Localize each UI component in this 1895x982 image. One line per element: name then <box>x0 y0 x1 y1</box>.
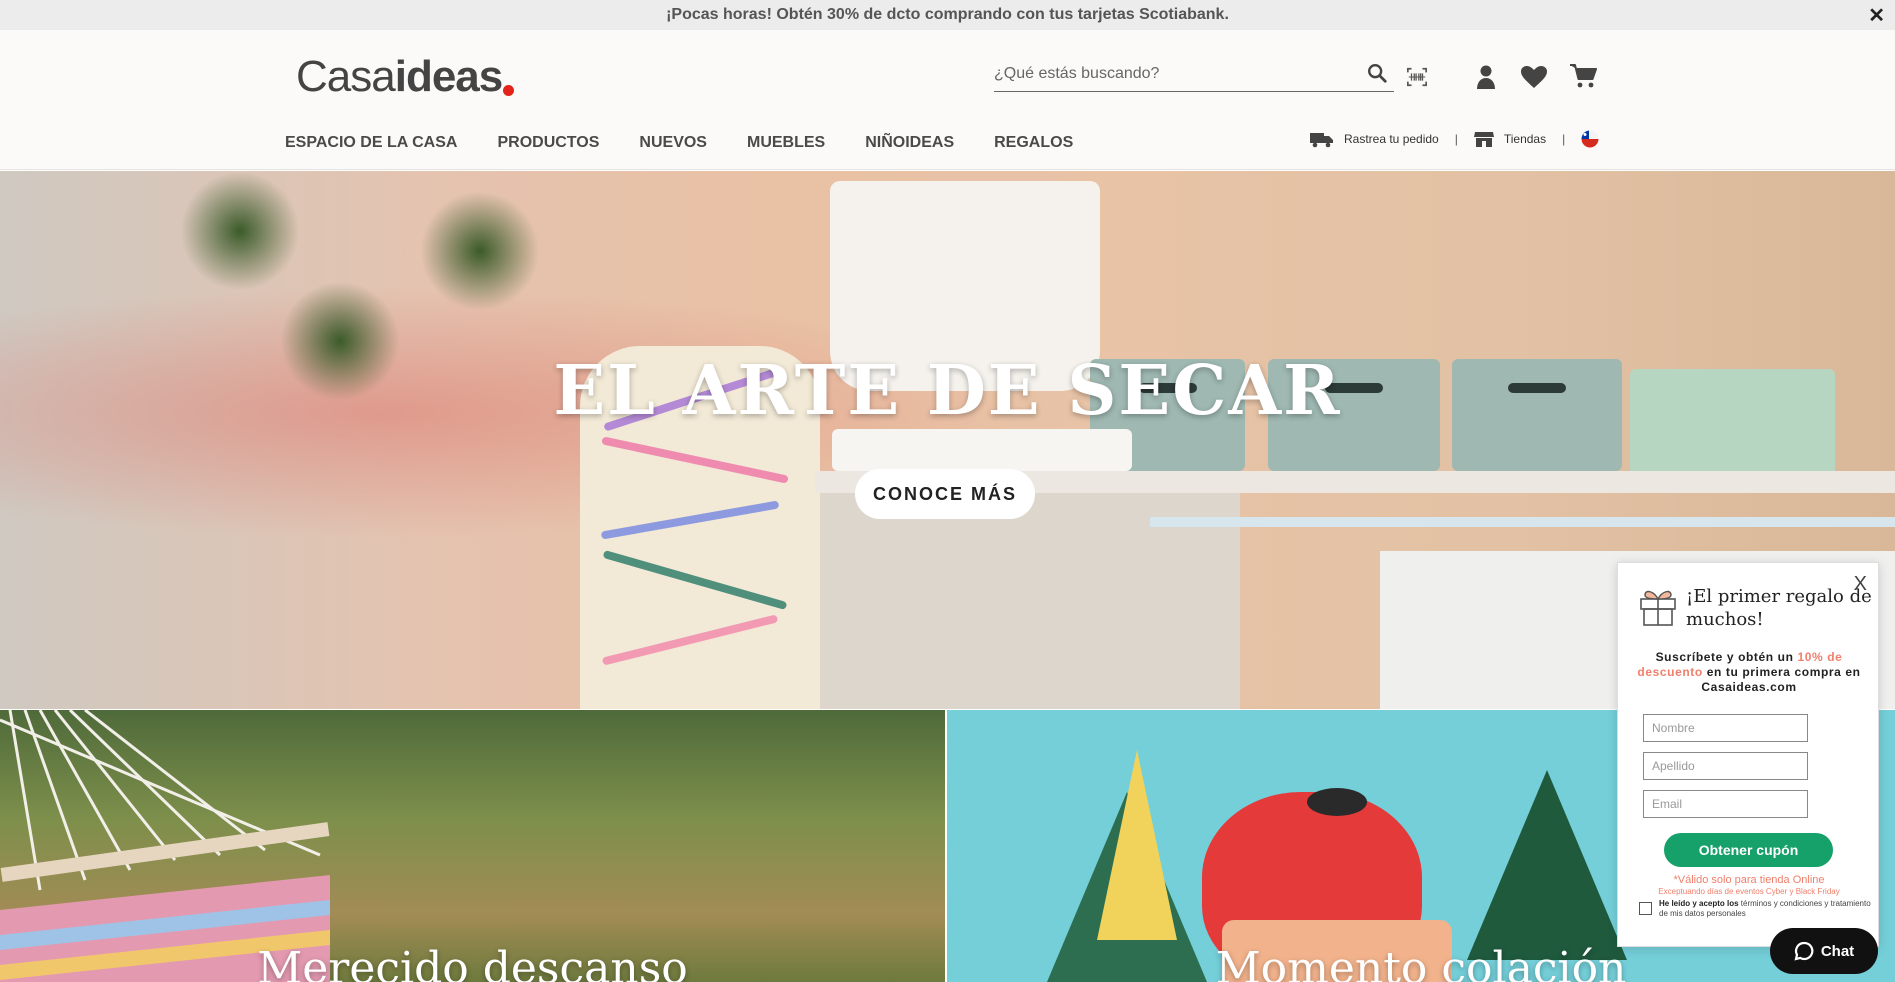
logo-text-ideas: ideas <box>394 52 504 101</box>
promo-bar: ¡Pocas horas! Obtén 30% de dcto comprand… <box>0 0 1895 30</box>
paper-pear-decoration <box>1097 750 1177 940</box>
main-nav: ESPACIO DE LA CASA PRODUCTOS NUEVOS MUEB… <box>285 134 1113 152</box>
popup-note-online: *Válido solo para tienda Online <box>1673 874 1825 886</box>
tile-title-descanso: Merecido descanso <box>257 943 688 982</box>
gift-icon <box>1640 590 1676 626</box>
util-separator-2: | <box>1562 132 1566 146</box>
chat-label: Chat <box>1820 942 1855 960</box>
site-header: Casaideas ESPACIO DE LA CASA PRODUCTOS N… <box>0 30 1895 170</box>
popup-title: ¡El primer regalo de muchos! <box>1686 586 1872 630</box>
promo-close-button[interactable]: ✕ <box>1868 3 1885 28</box>
terms-text: He leído y acepto los términos y condici… <box>1659 899 1871 919</box>
chat-button[interactable]: Chat <box>1770 928 1878 974</box>
promo-text: ¡Pocas horas! Obtén 30% de dcto comprand… <box>666 6 1229 23</box>
email-field[interactable] <box>1643 790 1808 818</box>
plant-decoration <box>420 191 540 311</box>
search-bar <box>994 58 1394 92</box>
popup-desc-suffix: en tu primera compra en Casaideas.com <box>1701 665 1861 694</box>
chile-flag-icon[interactable] <box>1581 130 1599 148</box>
nav-item-ninoideas[interactable]: NIÑOIDEAS <box>865 134 954 152</box>
get-coupon-button[interactable]: Obtener cupón <box>1664 833 1833 867</box>
nav-item-regalos[interactable]: REGALOS <box>994 134 1073 152</box>
logo-dot <box>503 85 515 96</box>
hero-banner[interactable]: EL ARTE DE SECAR CONOCE MÁS <box>0 171 1895 709</box>
casaideas-logo[interactable]: Casa ideas <box>296 52 515 102</box>
apple-stem-decoration <box>1307 788 1367 816</box>
popup-description: Suscríbete y obtén un 10% de descuento e… <box>1626 650 1872 695</box>
towel-image <box>832 429 1132 471</box>
popup-desc-prefix: Suscríbete y obtén un <box>1655 650 1798 664</box>
nav-item-nuevos[interactable]: NUEVOS <box>639 134 707 152</box>
lastname-field[interactable] <box>1643 752 1808 780</box>
terms-checkbox[interactable] <box>1639 902 1652 915</box>
terms-prefix: He leído y acepto los <box>1659 899 1739 908</box>
tile-title-colacion: Momento colación <box>1215 943 1627 982</box>
chat-bubble-icon <box>1794 941 1814 961</box>
cart-icon[interactable] <box>1569 63 1597 89</box>
paper-fan-decoration <box>1467 770 1627 960</box>
user-icon[interactable] <box>1474 64 1498 90</box>
utility-links: Rastrea tu pedido | Tiendas | <box>1310 130 1609 148</box>
stores-link[interactable]: Tiendas <box>1504 132 1546 146</box>
drying-rack-image <box>1150 517 1895 527</box>
heart-icon[interactable] <box>1520 65 1548 89</box>
nav-item-productos[interactable]: PRODUCTOS <box>497 134 599 152</box>
hero-cta-button[interactable]: CONOCE MÁS <box>855 469 1035 519</box>
nav-item-muebles[interactable]: MUEBLES <box>747 134 825 152</box>
util-separator-1: | <box>1454 132 1458 146</box>
search-input[interactable] <box>994 58 1364 90</box>
barcode-scan-icon[interactable] <box>1406 66 1428 88</box>
logo-text-casa: Casa <box>296 52 396 101</box>
nav-item-espacio-de-la-casa[interactable]: ESPACIO DE LA CASA <box>285 134 457 152</box>
popup-note-exceptions: Exceptuando días de eventos Cyber y Blac… <box>1658 887 1840 896</box>
category-tile-descanso[interactable]: Merecido descanso <box>0 710 945 982</box>
name-field[interactable] <box>1643 714 1808 742</box>
truck-icon <box>1310 132 1333 147</box>
search-icon[interactable] <box>1366 62 1388 84</box>
newsletter-popup: X ¡El primer regalo de muchos! Suscríbet… <box>1617 562 1879 947</box>
hammock-image <box>0 710 330 982</box>
track-order-link[interactable]: Rastrea tu pedido <box>1344 132 1439 146</box>
plant-decoration <box>180 171 300 291</box>
store-icon <box>1473 131 1494 147</box>
hero-title: EL ARTE DE SECAR <box>553 351 1342 431</box>
